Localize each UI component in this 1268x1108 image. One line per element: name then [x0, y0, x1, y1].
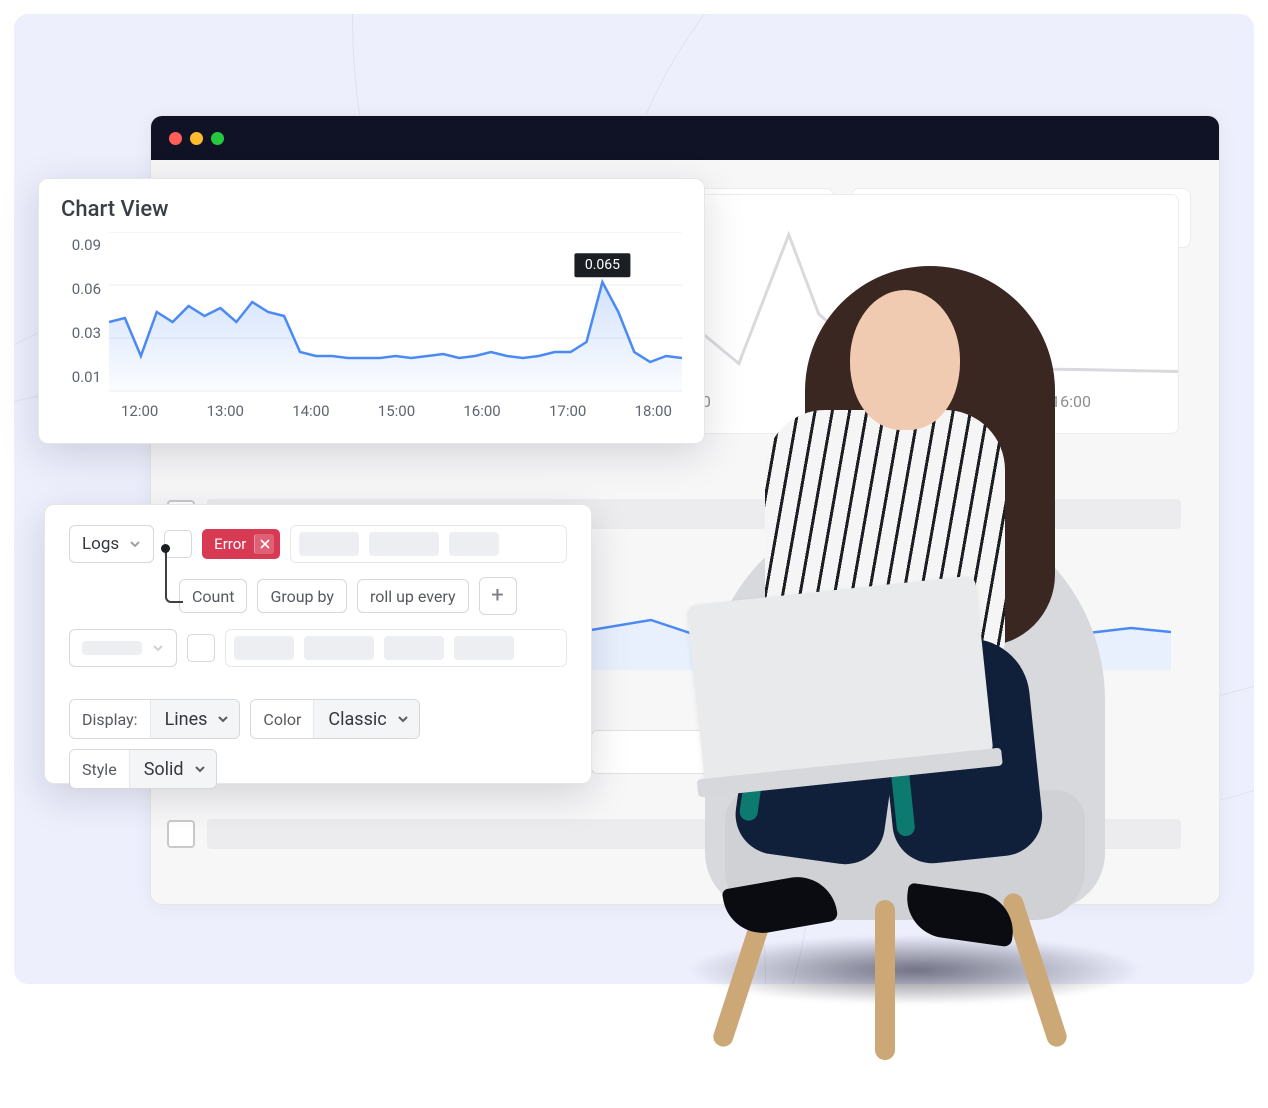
filter-placeholder-group[interactable]	[290, 525, 567, 563]
chart-view-card: Chart View 0.09 0.06 0.03 0.01	[38, 178, 705, 444]
y-tick: 0.01	[61, 368, 101, 386]
x-tick: 17:00	[549, 402, 586, 420]
groupby-dropdown[interactable]: Group by	[257, 579, 347, 613]
x-tick: 14:00	[292, 402, 329, 420]
query-builder-card: Logs Error Count Group by roll up every …	[44, 504, 592, 784]
secondary-source-dropdown[interactable]	[69, 629, 177, 667]
y-tick: 0.09	[61, 236, 101, 254]
y-tick: 0.06	[61, 280, 101, 298]
bg-chart-x-axis: 14:00 15:00 16:00	[671, 392, 1091, 411]
query-connector-line	[165, 549, 183, 603]
tooltip-value: 0.065	[585, 257, 620, 273]
bg-x-tick: 15:00	[861, 392, 901, 411]
chart-view-title: Chart View	[61, 197, 682, 222]
x-tick: 15:00	[378, 402, 415, 420]
display-control[interactable]: Display: Lines	[69, 699, 240, 739]
add-clause-button[interactable]: +	[479, 577, 517, 615]
chevron-down-icon	[129, 538, 141, 550]
x-tick: 13:00	[207, 402, 244, 420]
bg-controls-row	[591, 730, 1171, 780]
rollup-dropdown[interactable]: roll up every	[357, 579, 469, 613]
query-secondary-row	[69, 629, 567, 667]
display-value-dropdown[interactable]: Lines	[151, 700, 240, 738]
source-dropdown-label: Logs	[82, 534, 119, 554]
source-dropdown[interactable]: Logs	[69, 525, 154, 563]
secondary-placeholder-group[interactable]	[225, 629, 567, 667]
color-value-dropdown[interactable]: Classic	[314, 700, 418, 738]
chevron-down-icon	[217, 713, 229, 725]
aggregate-count-dropdown[interactable]: Count	[179, 579, 247, 613]
traffic-light-minimize-icon[interactable]	[190, 132, 203, 145]
y-tick: 0.03	[61, 324, 101, 342]
filter-chip-label: Error	[214, 535, 246, 553]
traffic-light-zoom-icon[interactable]	[211, 132, 224, 145]
x-tick: 12:00	[121, 402, 158, 420]
color-label: Color	[251, 700, 314, 738]
chart-tooltip: 0.065	[575, 253, 630, 277]
filter-chip-error[interactable]: Error	[202, 529, 280, 559]
chart-x-axis: 12:00 13:00 14:00 15:00 16:00 17:00 18:0…	[121, 402, 672, 420]
x-tick: 18:00	[635, 402, 672, 420]
chevron-down-icon	[152, 642, 164, 654]
style-control[interactable]: Style Solid	[69, 749, 217, 789]
x-tick: 16:00	[463, 402, 500, 420]
style-value-dropdown[interactable]: Solid	[130, 750, 216, 788]
chart-plot-area[interactable]: 0.065	[109, 232, 682, 392]
filter-chip-remove-icon[interactable]	[254, 534, 274, 554]
secondary-checkbox[interactable]	[187, 634, 215, 662]
traffic-light-close-icon[interactable]	[169, 132, 182, 145]
chart-y-axis: 0.09 0.06 0.03 0.01	[61, 232, 109, 422]
bg-mini-chart	[591, 550, 1171, 670]
chevron-down-icon	[397, 713, 409, 725]
query-source-row: Logs Error	[69, 525, 567, 563]
query-aggregate-row: Count Group by roll up every +	[69, 577, 567, 615]
color-control[interactable]: Color Classic	[250, 699, 419, 739]
chevron-down-icon	[194, 763, 206, 775]
bg-x-tick: 16:00	[1051, 392, 1091, 411]
bg-query-row-2	[161, 810, 1181, 858]
display-controls-row: Display: Lines Color Classic Style Solid	[69, 699, 567, 789]
bg-checkbox[interactable]	[167, 820, 195, 848]
display-label: Display:	[70, 700, 151, 738]
style-label: Style	[70, 750, 130, 788]
window-titlebar	[151, 116, 1219, 160]
